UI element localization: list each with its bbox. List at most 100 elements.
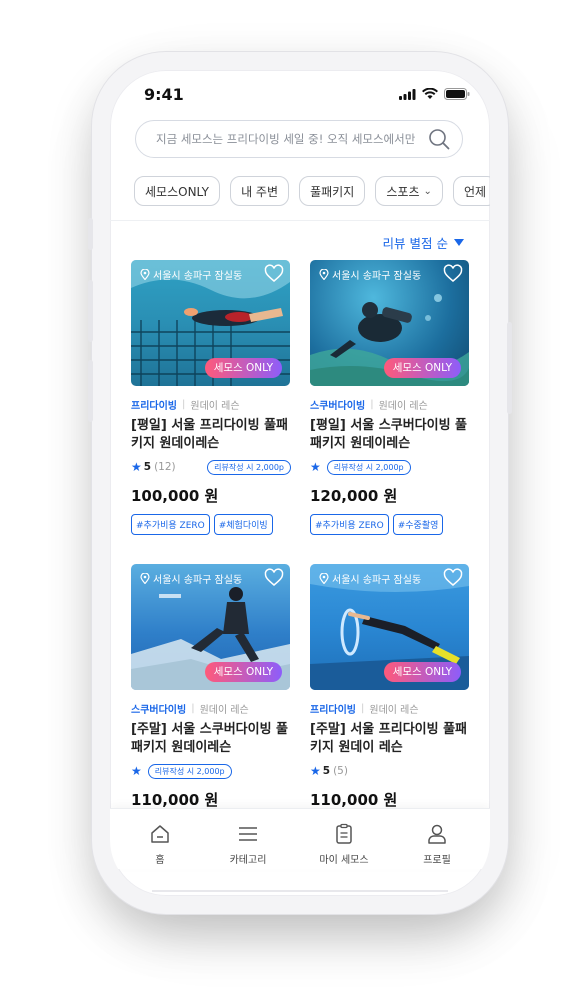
lesson-type-label: 원데이 레슨 xyxy=(190,401,240,412)
product-title[interactable]: [주말] 서울 스쿠버다이빙 풀패키지 원데이레슨 xyxy=(131,721,291,757)
rating-row: ★ 5 (12) 리뷰작성 시 2,000p xyxy=(131,459,291,475)
battery-icon xyxy=(444,88,470,100)
filter-chip-semos-only[interactable]: 세모스ONLY xyxy=(134,176,220,206)
filter-chip-when[interactable]: 언제 xyxy=(452,176,490,206)
heart-icon[interactable] xyxy=(443,264,463,284)
sort-dropdown[interactable]: 리뷰 별점 순 xyxy=(383,233,464,252)
product-card[interactable]: 서울시 송파구 잠실동 세모스 ONLY 프리다이빙 | 원데이 레슨 [주말] 서… xyxy=(310,564,470,810)
location-label: 서울시 송파구 잠실동 xyxy=(140,267,242,282)
tag-chip[interactable]: #추가비용 ZERO xyxy=(310,514,389,535)
category-label: 스쿠버다이빙 xyxy=(310,401,366,412)
tab-my-semos[interactable]: 마이 세모스 xyxy=(304,823,384,866)
category-line: 프리다이빙 | 원데이 레슨 xyxy=(310,703,419,716)
tab-label: 홈 xyxy=(155,855,165,866)
category-label: 스쿠버다이빙 xyxy=(131,705,187,716)
location-pin-icon xyxy=(140,573,150,584)
wifi-icon xyxy=(422,88,438,99)
heart-icon[interactable] xyxy=(264,264,284,284)
product-card[interactable]: 서울시 송파구 잠실동 세모스 ONLY 스쿠버다이빙 | 원데이 레슨 [주말] … xyxy=(131,564,291,810)
filter-chip-nearby[interactable]: 내 주변 xyxy=(230,176,289,206)
heart-icon[interactable] xyxy=(264,568,284,588)
tag-row: #추가비용 ZERO #수중촬영 xyxy=(310,514,470,535)
filter-chip-row: 세모스ONLY 내 주변 풀패키지 스포츠 ⌄ 언제 xyxy=(134,176,490,208)
location-pin-icon xyxy=(140,269,150,280)
category-label: 프리다이빙 xyxy=(310,705,356,716)
menu-icon xyxy=(239,827,257,841)
search-bar[interactable] xyxy=(135,120,463,158)
tag-chip[interactable]: #수중촬영 xyxy=(392,514,444,535)
header-divider xyxy=(110,220,490,221)
semos-only-badge: 세모스 ONLY xyxy=(204,358,282,378)
product-image[interactable]: 서울시 송파구 잠실동 세모스 ONLY xyxy=(131,564,290,690)
sort-label: 리뷰 별점 순 xyxy=(382,236,448,251)
semos-only-badge: 세모스 ONLY xyxy=(383,358,461,378)
location-pin-icon xyxy=(319,573,329,584)
power-button xyxy=(507,322,512,414)
star-icon: ★ xyxy=(131,764,142,778)
product-card[interactable]: 서울시 송파구 잠실동 세모스 ONLY 스쿠버다이빙 | 원데이 레슨 [평일] … xyxy=(310,260,470,535)
review-reward-badge: 리뷰작성 시 2,000p xyxy=(326,459,411,475)
location-label: 서울시 송파구 잠실동 xyxy=(140,571,242,586)
price: 120,000 원 xyxy=(310,487,398,505)
review-count: (5) xyxy=(333,765,348,777)
app-screen: 9:41 세모스ONLY 내 주변 풀패키지 스포츠⌄ xyxy=(110,70,490,896)
tag-row: #추가비용 ZERO #체험다이빙 xyxy=(131,514,291,535)
location-label: 서울시 송파구 잠실동 xyxy=(319,267,421,282)
star-icon: ★ xyxy=(310,460,321,474)
product-card[interactable]: 서울시 송파구 잠실동 세모스 ONLY 프리다이빙 | 원데이 레슨 [평일] 서… xyxy=(131,260,291,535)
chevron-down-icon: ⌄ xyxy=(423,185,432,197)
tab-category[interactable]: 카테고리 xyxy=(208,823,288,866)
semos-only-badge: 세모스 ONLY xyxy=(383,662,461,682)
home-indicator xyxy=(152,890,448,892)
review-reward-badge: 리뷰작성 시 2,000p xyxy=(207,459,291,475)
filter-chip-sports[interactable]: 스포츠 ⌄ xyxy=(375,176,443,206)
user-icon xyxy=(428,824,446,844)
caret-down-icon xyxy=(454,239,464,246)
category-line: 프리다이빙 | 원데이 레슨 xyxy=(131,399,240,412)
product-image[interactable]: 서울시 송파구 잠실동 세모스 ONLY xyxy=(131,260,290,386)
review-reward-badge: 리뷰작성 시 2,000p xyxy=(147,763,232,779)
price: 110,000 원 xyxy=(310,791,398,809)
star-icon: ★ xyxy=(310,764,321,778)
clipboard-icon xyxy=(336,823,352,844)
product-title[interactable]: [주말] 서울 프리다이빙 풀패키지 원데이 레슨 xyxy=(310,721,470,757)
category-label: 프리다이빙 xyxy=(131,401,177,412)
rating-score: 5 xyxy=(322,765,331,777)
product-title[interactable]: [평일] 서울 스쿠버다이빙 풀패키지 원데이레슨 xyxy=(310,417,470,453)
price: 110,000 원 xyxy=(131,791,219,809)
lesson-type-label: 원데이 레슨 xyxy=(369,705,419,716)
product-image[interactable]: 서울시 송파구 잠실동 세모스 ONLY xyxy=(310,260,469,386)
search-icon[interactable] xyxy=(428,128,450,150)
lesson-type-label: 원데이 레슨 xyxy=(378,401,428,412)
tab-label: 마이 세모스 xyxy=(319,855,369,866)
tag-chip[interactable]: #추가비용 ZERO xyxy=(131,514,210,535)
category-line: 스쿠버다이빙 | 원데이 레슨 xyxy=(310,399,428,412)
heart-icon[interactable] xyxy=(443,568,463,588)
location-pin-icon xyxy=(319,269,329,280)
signal-icon xyxy=(399,88,416,100)
semos-only-badge: 세모스 ONLY xyxy=(204,662,282,682)
home-icon xyxy=(151,825,169,843)
tab-label: 카테고리 xyxy=(229,855,267,866)
bottom-tab-bar: 홈 카테고리 마이 세모스 프로필 xyxy=(110,808,490,869)
lesson-type-label: 원데이 레슨 xyxy=(199,705,249,716)
category-line: 스쿠버다이빙 | 원데이 레슨 xyxy=(131,703,249,716)
rating-row: ★ 리뷰작성 시 2,000p xyxy=(310,459,470,475)
mute-switch xyxy=(88,218,93,250)
tag-chip[interactable]: #체험다이빙 xyxy=(213,514,273,535)
price: 100,000 원 xyxy=(131,487,219,505)
tab-profile[interactable]: 프로필 xyxy=(397,823,477,866)
volume-down-button xyxy=(88,360,93,422)
review-count: (12) xyxy=(154,461,176,473)
volume-up-button xyxy=(88,280,93,342)
location-label: 서울시 송파구 잠실동 xyxy=(319,571,421,586)
product-title[interactable]: [평일] 서울 프리다이빙 풀패키지 원데이레슨 xyxy=(131,417,291,453)
tab-home[interactable]: 홈 xyxy=(120,823,200,866)
search-input[interactable] xyxy=(154,131,428,147)
status-icons xyxy=(399,88,470,100)
tab-label: 프로필 xyxy=(423,855,451,866)
status-time: 9:41 xyxy=(144,85,184,104)
rating-score: 5 xyxy=(143,461,152,473)
filter-chip-full-package[interactable]: 풀패키지 xyxy=(299,176,366,206)
product-image[interactable]: 서울시 송파구 잠실동 세모스 ONLY xyxy=(310,564,469,690)
